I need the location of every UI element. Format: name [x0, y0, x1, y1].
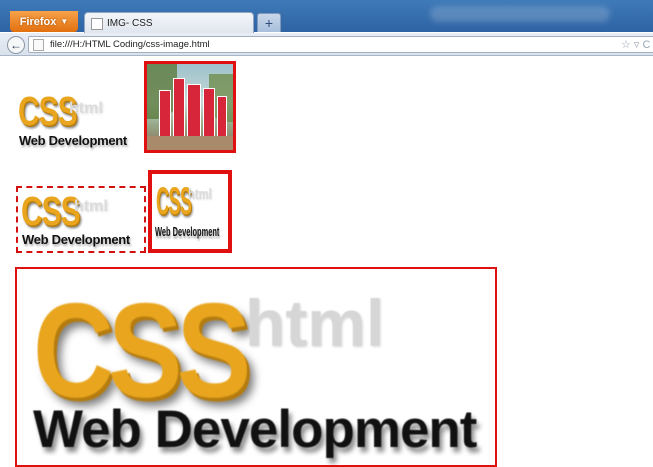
css-logo-image-dashed-border: CSS html Web Development	[16, 186, 146, 253]
tab-img-css[interactable]: IMG- CSS	[84, 12, 254, 34]
page-favicon-icon	[91, 17, 103, 30]
photo-ground	[147, 136, 233, 150]
css-logo-image-large: CSS html Web Development	[15, 267, 497, 467]
monument-photo	[144, 61, 236, 153]
logo-html-word: html	[188, 186, 212, 203]
address-bar[interactable]: file:///H:/HTML Coding/css-image.html ☆ …	[28, 36, 653, 53]
logo-css-word: CSS	[156, 178, 192, 223]
star-icon[interactable]: ☆ ▿ C	[621, 38, 650, 51]
css-logo-image-plain: CSS html Web Development	[18, 90, 143, 154]
logo-css-word: CSS	[18, 90, 78, 135]
logo-html-word: html	[245, 286, 385, 360]
logo-css-word: CSS	[21, 190, 81, 235]
logo-tagline: Web Development	[155, 224, 220, 240]
chevron-down-icon: ▼	[60, 17, 69, 26]
firefox-menu-button[interactable]: Firefox ▼	[10, 11, 78, 32]
photo-monument-pillar	[159, 90, 171, 140]
logo-html-word: html	[74, 198, 108, 215]
navigation-bar: ← file:///H:/HTML Coding/css-image.html …	[0, 33, 653, 56]
logo-tagline: Web Development	[22, 232, 130, 247]
back-arrow-icon: ←	[10, 38, 22, 52]
back-button[interactable]: ←	[7, 36, 25, 54]
tab-title: IMG- CSS	[107, 18, 153, 29]
photo-monument-pillar	[217, 96, 227, 140]
address-text: file:///H:/HTML Coding/css-image.html	[50, 39, 210, 50]
logo-tagline: Web Development	[19, 133, 127, 148]
firefox-menu-label: Firefox	[19, 15, 57, 28]
css-logo-image-thick-border: CSS html Web Development	[148, 170, 232, 253]
logo-html-word: html	[69, 100, 103, 117]
browser-titlebar: Firefox ▼ IMG- CSS +	[0, 0, 653, 34]
new-tab-button[interactable]: +	[257, 13, 281, 32]
logo-tagline: Web Development	[33, 400, 477, 459]
plus-icon: +	[264, 15, 274, 31]
photo-monument-pillar	[173, 78, 185, 140]
page-icon	[33, 38, 44, 51]
photo-monument-pillar	[187, 84, 201, 140]
window-title-blurred	[430, 6, 610, 22]
photo-monument-pillar	[203, 88, 215, 140]
